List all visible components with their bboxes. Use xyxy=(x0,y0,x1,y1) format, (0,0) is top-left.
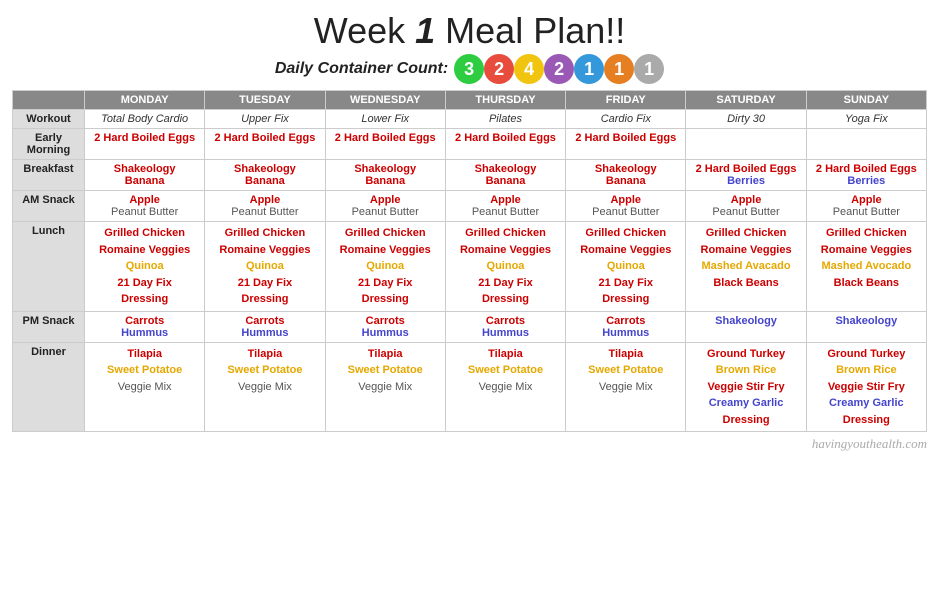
am-snack-row: AM Snack ApplePeanut Butter ApplePeanut … xyxy=(13,191,927,222)
early-wed: 2 Hard Boiled Eggs xyxy=(325,129,445,160)
workout-sat: Dirty 30 xyxy=(686,110,806,129)
am-snack-mon: ApplePeanut Butter xyxy=(85,191,205,222)
lunch-wed: Grilled Chicken Romaine Veggies Quinoa 2… xyxy=(325,222,445,312)
badges: 3242111 xyxy=(454,54,664,84)
container-badge: 2 xyxy=(544,54,574,84)
pm-snack-mon: CarrotsHummus xyxy=(85,311,205,342)
am-snack-tue: ApplePeanut Butter xyxy=(205,191,325,222)
dinner-mon: Tilapia Sweet Potatoe Veggie Mix xyxy=(85,342,205,432)
pm-snack-tue: CarrotsHummus xyxy=(205,311,325,342)
breakfast-mon: ShakeologyBanana xyxy=(85,160,205,191)
am-snack-wed: ApplePeanut Butter xyxy=(325,191,445,222)
pm-snack-wed: CarrotsHummus xyxy=(325,311,445,342)
early-sun xyxy=(806,129,926,160)
lunch-sun: Grilled Chicken Romaine Veggies Mashed A… xyxy=(806,222,926,312)
page-title: Week 1 Meal Plan!! xyxy=(12,10,927,52)
workout-label: Workout xyxy=(13,110,85,129)
am-snack-label: AM Snack xyxy=(13,191,85,222)
header-saturday: SATURDAY xyxy=(686,91,806,110)
page: Week 1 Meal Plan!! Daily Container Count… xyxy=(0,0,939,460)
pm-snack-sat: Shakeology xyxy=(686,311,806,342)
early-sat xyxy=(686,129,806,160)
header-monday: MONDAY xyxy=(85,91,205,110)
lunch-fri: Grilled Chicken Romaine Veggies Quinoa 2… xyxy=(566,222,686,312)
pm-snack-row: PM Snack CarrotsHummus CarrotsHummus Car… xyxy=(13,311,927,342)
breakfast-wed: ShakeologyBanana xyxy=(325,160,445,191)
lunch-row: Lunch Grilled Chicken Romaine Veggies Qu… xyxy=(13,222,927,312)
header-empty xyxy=(13,91,85,110)
early-fri: 2 Hard Boiled Eggs xyxy=(566,129,686,160)
workout-thu: Pilates xyxy=(445,110,565,129)
header-thursday: THURSDAY xyxy=(445,91,565,110)
breakfast-thu: ShakeologyBanana xyxy=(445,160,565,191)
header-tuesday: TUESDAY xyxy=(205,91,325,110)
am-snack-sun: ApplePeanut Butter xyxy=(806,191,926,222)
container-badge: 1 xyxy=(634,54,664,84)
subtitle-text: Daily Container Count: xyxy=(275,60,448,78)
container-badge: 3 xyxy=(454,54,484,84)
early-tue: 2 Hard Boiled Eggs xyxy=(205,129,325,160)
breakfast-fri: ShakeologyBanana xyxy=(566,160,686,191)
lunch-thu: Grilled Chicken Romaine Veggies Quinoa 2… xyxy=(445,222,565,312)
breakfast-sun: 2 Hard Boiled EggsBerries xyxy=(806,160,926,191)
dinner-label: Dinner xyxy=(13,342,85,432)
early-morning-label: Early Morning xyxy=(13,129,85,160)
early-mon: 2 Hard Boiled Eggs xyxy=(85,129,205,160)
pm-snack-sun: Shakeology xyxy=(806,311,926,342)
dinner-wed: Tilapia Sweet Potatoe Veggie Mix xyxy=(325,342,445,432)
dinner-tue: Tilapia Sweet Potatoe Veggie Mix xyxy=(205,342,325,432)
breakfast-tue: ShakeologyBanana xyxy=(205,160,325,191)
subtitle: Daily Container Count: 3242111 xyxy=(12,54,927,84)
container-badge: 2 xyxy=(484,54,514,84)
header: Week 1 Meal Plan!! Daily Container Count… xyxy=(12,10,927,84)
dinner-thu: Tilapia Sweet Potatoe Veggie Mix xyxy=(445,342,565,432)
workout-wed: Lower Fix xyxy=(325,110,445,129)
workout-fri: Cardio Fix xyxy=(566,110,686,129)
workout-sun: Yoga Fix xyxy=(806,110,926,129)
header-friday: FRIDAY xyxy=(566,91,686,110)
container-badge: 4 xyxy=(514,54,544,84)
pm-snack-label: PM Snack xyxy=(13,311,85,342)
header-sunday: SUNDAY xyxy=(806,91,926,110)
early-thu: 2 Hard Boiled Eggs xyxy=(445,129,565,160)
container-badge: 1 xyxy=(574,54,604,84)
week-number: 1 xyxy=(415,10,435,51)
header-wednesday: WEDNESDAY xyxy=(325,91,445,110)
am-snack-fri: ApplePeanut Butter xyxy=(566,191,686,222)
dinner-sun: Ground Turkey Brown Rice Veggie Stir Fry… xyxy=(806,342,926,432)
am-snack-sat: ApplePeanut Butter xyxy=(686,191,806,222)
lunch-mon: Grilled Chicken Romaine Veggies Quinoa 2… xyxy=(85,222,205,312)
watermark: havingyouthealth.com xyxy=(12,436,927,452)
dinner-row: Dinner Tilapia Sweet Potatoe Veggie Mix … xyxy=(13,342,927,432)
breakfast-sat: 2 Hard Boiled EggsBerries xyxy=(686,160,806,191)
dinner-fri: Tilapia Sweet Potatoe Veggie Mix xyxy=(566,342,686,432)
early-morning-row: Early Morning 2 Hard Boiled Eggs 2 Hard … xyxy=(13,129,927,160)
breakfast-row: Breakfast ShakeologyBanana ShakeologyBan… xyxy=(13,160,927,191)
workout-tue: Upper Fix xyxy=(205,110,325,129)
workout-row: Workout Total Body Cardio Upper Fix Lowe… xyxy=(13,110,927,129)
am-snack-thu: ApplePeanut Butter xyxy=(445,191,565,222)
workout-mon: Total Body Cardio xyxy=(85,110,205,129)
lunch-sat: Grilled Chicken Romaine Veggies Mashed A… xyxy=(686,222,806,312)
pm-snack-fri: CarrotsHummus xyxy=(566,311,686,342)
pm-snack-thu: CarrotsHummus xyxy=(445,311,565,342)
container-badge: 1 xyxy=(604,54,634,84)
meal-plan-table: MONDAY TUESDAY WEDNESDAY THURSDAY FRIDAY… xyxy=(12,90,927,432)
lunch-label: Lunch xyxy=(13,222,85,312)
lunch-tue: Grilled Chicken Romaine Veggies Quinoa 2… xyxy=(205,222,325,312)
dinner-sat: Ground Turkey Brown Rice Veggie Stir Fry… xyxy=(686,342,806,432)
breakfast-label: Breakfast xyxy=(13,160,85,191)
